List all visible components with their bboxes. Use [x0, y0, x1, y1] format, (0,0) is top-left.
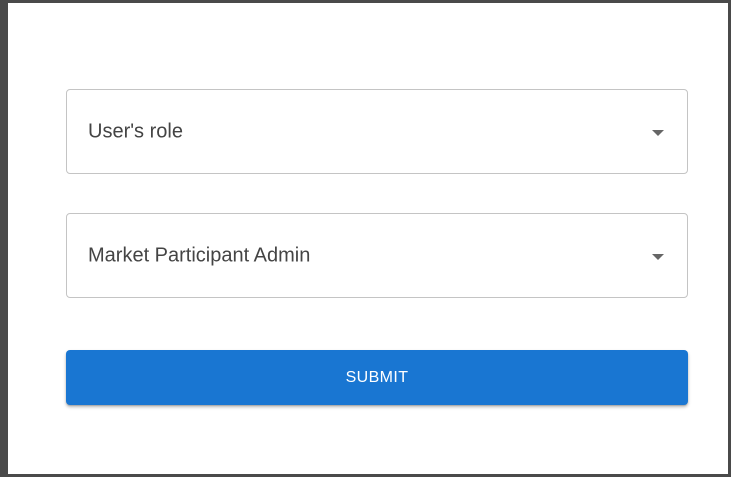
user-role-select-value: User's role — [88, 120, 183, 142]
submit-button[interactable]: SUBMIT — [66, 350, 688, 405]
market-participant-select[interactable]: Market Participant Admin — [66, 213, 688, 298]
chevron-down-icon — [652, 253, 664, 260]
user-role-select[interactable]: User's role — [66, 89, 688, 174]
market-participant-select-value: Market Participant Admin — [88, 244, 311, 266]
chevron-down-icon — [652, 129, 664, 136]
